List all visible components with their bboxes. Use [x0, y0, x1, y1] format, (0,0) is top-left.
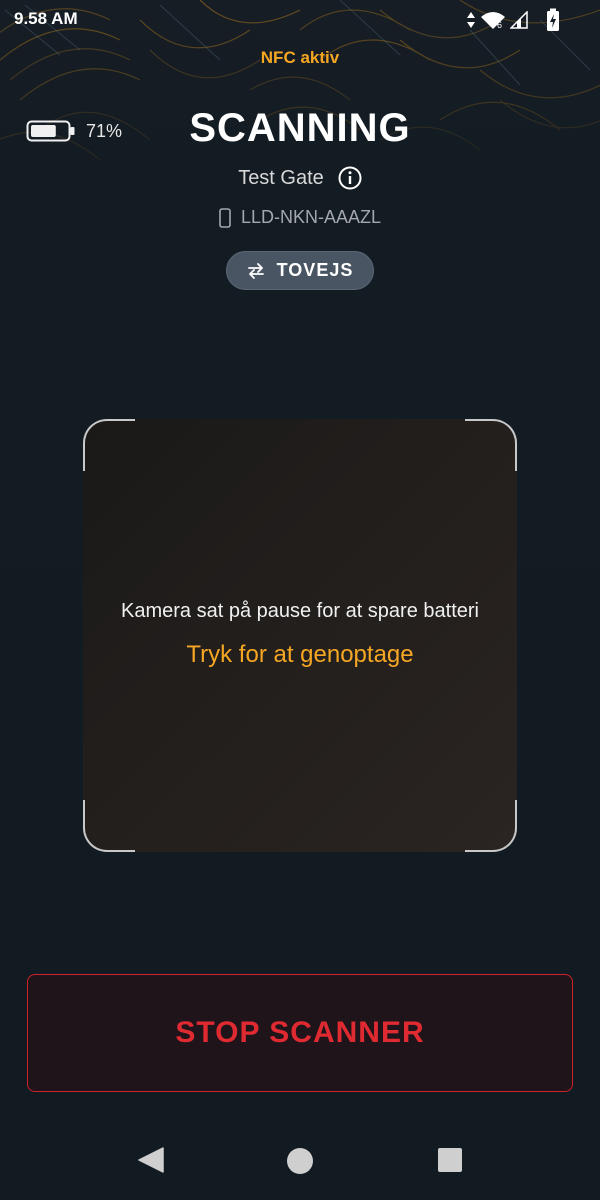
viewfinder-corner-bottom-right — [465, 800, 517, 852]
device-id: LLD-NKN-AAAZL — [240, 207, 382, 227]
gate-row: Test Gate — [0, 166, 600, 190]
gate-name: Test Gate — [238, 166, 324, 189]
viewfinder-corner-top-left — [83, 419, 135, 471]
stop-scanner-label: STOP SCANNER — [175, 1016, 425, 1049]
device-row: LLD-NKN-AAAZL — [0, 207, 600, 228]
nfc-status: NFC aktiv — [260, 48, 340, 67]
mode-toggle-button[interactable]: TOVEJS — [226, 251, 374, 290]
page-title: SCANNING — [189, 106, 411, 150]
viewfinder-corner-top-right — [465, 419, 517, 471]
viewfinder-corner-bottom-left — [83, 800, 135, 852]
camera-paused-message: Kamera sat på pause for at spare batteri — [121, 600, 479, 622]
swap-arrows-icon — [247, 262, 264, 279]
status-icons: 6 — [466, 8, 560, 32]
mode-toggle-label: TOVEJS — [276, 260, 354, 280]
status-time: 9.58 AM — [14, 9, 78, 28]
battery-charging-icon — [547, 8, 559, 31]
home-icon[interactable] — [286, 1147, 314, 1175]
data-arrows-icon — [467, 12, 475, 28]
wifi-badge: 6 — [497, 20, 502, 30]
system-nav-bar — [0, 1120, 600, 1200]
wifi-icon: 6 — [481, 12, 505, 30]
status-bar: 9.58 AM 6 — [0, 0, 600, 40]
camera-viewfinder[interactable]: Kamera sat på pause for at spare batteri… — [83, 419, 517, 852]
scanner-screen: 9.58 AM 6 NFC aktiv 71% SCANNING Test Ga… — [0, 0, 600, 1200]
back-icon[interactable] — [137, 1147, 165, 1173]
stop-scanner-button[interactable]: STOP SCANNER — [27, 974, 573, 1092]
recents-icon[interactable] — [437, 1147, 463, 1173]
camera-resume-link[interactable]: Tryk for at genoptage — [83, 641, 517, 669]
signal-icon — [510, 11, 528, 29]
info-icon[interactable] — [338, 166, 362, 190]
phone-icon — [219, 207, 231, 228]
